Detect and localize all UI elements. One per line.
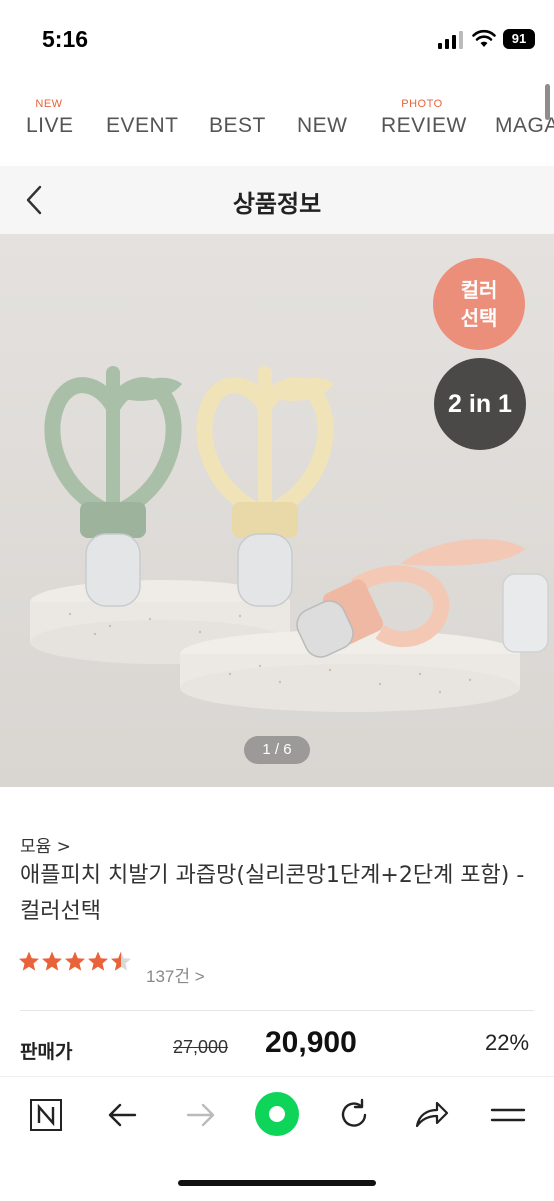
battery-indicator: 91 <box>503 29 535 49</box>
page-header: 상품정보 <box>0 166 554 234</box>
nav-label: MAGA <box>495 114 554 137</box>
nav-item-live[interactable]: NEW LIVE <box>26 88 74 164</box>
star-icon <box>65 951 85 971</box>
home-indicator[interactable] <box>178 1180 376 1186</box>
back-icon[interactable] <box>101 1093 145 1137</box>
nav-item-new[interactable]: NEW <box>297 88 349 164</box>
color-select-badge: 컬러 선택 <box>433 258 525 350</box>
product-title: 애플피치 치발기 과즙망(실리콘망1단계+2단계 포함) - 컬러선택 <box>20 863 525 924</box>
two-in-one-badge: 2 in 1 <box>434 358 526 450</box>
nav-label: NEW <box>297 114 348 137</box>
divider <box>20 1010 534 1011</box>
image-pager: 1 / 6 <box>244 736 310 764</box>
green-dot-search-icon[interactable] <box>254 1091 300 1137</box>
nav-label: EVENT <box>106 114 179 137</box>
price-label: 판매가 <box>20 1041 73 1063</box>
star-icon <box>42 951 62 971</box>
sale-price: 20,900 <box>265 1026 357 1059</box>
refresh-icon[interactable] <box>332 1093 376 1137</box>
nav-item-magazine[interactable]: MAGA <box>495 88 554 164</box>
nav-item-best[interactable]: BEST <box>209 88 265 164</box>
wifi-icon <box>472 29 496 47</box>
review-count-link[interactable]: 137건 > <box>146 962 205 987</box>
page-title: 상품정보 <box>232 190 322 218</box>
star-icon <box>88 951 108 971</box>
status-time: 5:16 <box>42 26 89 52</box>
product-image-carousel[interactable]: 컬러 선택 2 in 1 1 / 6 <box>0 234 554 787</box>
nav-sup-new: NEW <box>35 98 63 110</box>
discount-rate: 22% <box>485 1030 530 1055</box>
rating-stars <box>18 950 135 974</box>
badge-line-1: 컬러 <box>460 278 498 302</box>
forward-icon[interactable] <box>178 1093 222 1137</box>
status-bar: 5:16 91 <box>0 0 554 80</box>
top-category-nav: NEW LIVE EVENT BEST NEW PHOTO REVIEW MAG… <box>0 88 554 164</box>
nav-sup-photo: PHOTO <box>401 98 443 110</box>
nav-item-event[interactable]: EVENT <box>106 88 179 164</box>
naver-home-icon[interactable] <box>24 1093 68 1137</box>
brand-breadcrumb[interactable]: 모윰 > <box>20 832 71 857</box>
nav-item-review[interactable]: PHOTO REVIEW <box>381 88 466 164</box>
share-icon[interactable] <box>409 1093 453 1137</box>
cellular-signal-icon <box>438 31 463 49</box>
nav-label: REVIEW <box>381 114 467 137</box>
half-star-icon <box>111 951 131 971</box>
badge-line-2: 선택 <box>460 306 498 330</box>
star-icon <box>19 951 39 971</box>
nav-label: LIVE <box>26 114 74 137</box>
menu-icon[interactable] <box>486 1093 530 1137</box>
nav-label: BEST <box>209 114 266 137</box>
original-price: 27,000 <box>173 1037 229 1057</box>
star-icons <box>19 951 131 971</box>
